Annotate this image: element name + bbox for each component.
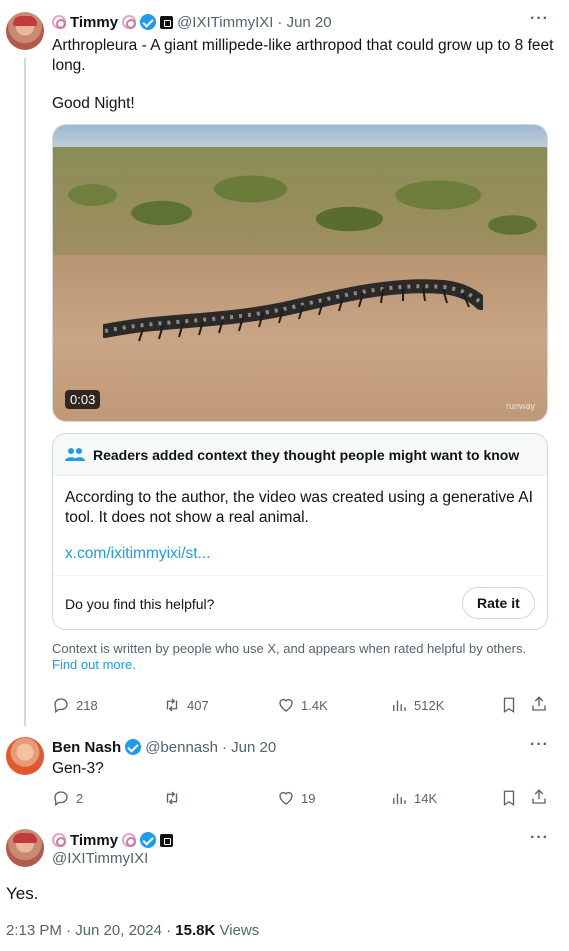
- avatar[interactable]: [6, 12, 44, 50]
- like-button[interactable]: 19: [277, 789, 315, 807]
- views-icon: [393, 793, 406, 804]
- share-icon[interactable]: [530, 695, 548, 713]
- more-icon[interactable]: ···: [530, 736, 549, 754]
- repost-icon: [166, 791, 178, 805]
- reply-icon: [54, 698, 68, 714]
- note-header: Readers added context they thought peopl…: [53, 434, 547, 476]
- note-body: According to the author, the video was c…: [53, 476, 547, 564]
- note-header-text: Readers added context they thought peopl…: [93, 446, 520, 463]
- views-count: 14K: [414, 790, 438, 806]
- people-icon: [65, 447, 85, 461]
- note-footer-text: Context is written by people who use X, …: [52, 641, 527, 656]
- tweet-text-line: Good Night!: [52, 95, 135, 112]
- tweet-text: Arthropleura - A giant millipede-like ar…: [52, 36, 557, 114]
- tweet-text: Yes.: [6, 884, 39, 903]
- author-handle[interactable]: @IXITimmyIXI: [177, 14, 273, 31]
- share-icon[interactable]: [530, 788, 548, 806]
- views-icon: [393, 700, 406, 711]
- bookmark-icon[interactable]: [500, 696, 518, 714]
- verified-icon[interactable]: [140, 832, 157, 848]
- more-icon[interactable]: ···: [530, 10, 549, 28]
- tweet-header: Ben Nash @bennash · Jun 20: [52, 737, 276, 757]
- spiral-emoji-icon: [122, 833, 137, 847]
- repost-button[interactable]: 407: [163, 696, 209, 714]
- note-divider: [53, 575, 547, 576]
- views-button[interactable]: 512K: [390, 696, 444, 714]
- tweet-text: Gen-3?: [52, 760, 104, 777]
- tweet-text-line: Arthropleura - A giant millipede-like ar…: [52, 37, 554, 54]
- views-count: 15.8K: [175, 922, 216, 939]
- like-icon: [279, 698, 293, 712]
- like-count: 19: [301, 790, 316, 806]
- avatar[interactable]: [6, 829, 44, 867]
- spiral-emoji-icon: [52, 833, 66, 847]
- reply-button[interactable]: 2: [52, 789, 83, 807]
- author-handle[interactable]: @IXITimmyIXI: [52, 850, 148, 867]
- tweet-timestamp: 2:13 PM · Jun 20, 2024 · 15.8K Views: [6, 922, 259, 939]
- video-watermark: runway: [505, 401, 535, 411]
- reply-count: 2: [76, 790, 84, 806]
- note-footer: Context is written by people who use X, …: [52, 641, 557, 673]
- tweet-date[interactable]: · Jun 20: [277, 14, 331, 31]
- repost-button[interactable]: [163, 789, 187, 807]
- spiral-emoji-icon: [52, 15, 66, 29]
- thread-line: [24, 58, 26, 726]
- millipede-image: [103, 279, 483, 342]
- reply-icon: [54, 791, 68, 807]
- reply-count: 218: [76, 697, 98, 713]
- like-button[interactable]: 1.4K: [277, 696, 328, 714]
- like-count: 1.4K: [301, 697, 328, 713]
- tweet-date[interactable]: · Jun 20: [222, 739, 276, 756]
- tweet-text-line: long.: [52, 57, 86, 74]
- views-label: Views: [215, 922, 260, 939]
- community-note: Readers added context they thought peopl…: [52, 433, 548, 630]
- spiral-emoji-icon: [122, 15, 137, 29]
- note-text-line: According to the author, the video was c…: [65, 489, 533, 506]
- timestamp-text[interactable]: 2:13 PM · Jun 20, 2024 ·: [6, 922, 175, 939]
- like-icon: [279, 791, 293, 805]
- video-player[interactable]: 0:03 runway: [52, 124, 548, 422]
- views-button[interactable]: 14K: [390, 789, 437, 807]
- repost-icon: [166, 698, 178, 712]
- note-source-link[interactable]: x.com/ixitimmyixi/st...: [65, 544, 535, 564]
- affiliate-badge-icon[interactable]: [160, 833, 174, 847]
- note-question: Do you find this helpful?: [65, 596, 215, 612]
- video-duration: 0:03: [65, 390, 101, 409]
- author-name[interactable]: Ben Nash: [52, 739, 121, 756]
- tweet-header: Timmy @IXITimmyIXI · Jun 20: [52, 12, 332, 32]
- author-name[interactable]: Timmy: [70, 14, 118, 31]
- bookmark-icon[interactable]: [500, 789, 518, 807]
- reply-button[interactable]: 218: [52, 696, 98, 714]
- verified-icon[interactable]: [140, 14, 157, 30]
- author-name[interactable]: Timmy: [70, 832, 118, 849]
- verified-icon[interactable]: [125, 739, 142, 755]
- find-out-more-link[interactable]: Find out more.: [52, 657, 557, 673]
- author-handle[interactable]: @bennash: [145, 739, 218, 756]
- views-count: 512K: [414, 697, 445, 713]
- more-icon[interactable]: ···: [530, 829, 549, 847]
- avatar[interactable]: [6, 737, 44, 775]
- affiliate-badge-icon[interactable]: [160, 15, 174, 29]
- note-text-line: tool. It does not show a real animal.: [65, 509, 309, 526]
- tweet-header: Timmy: [52, 830, 174, 850]
- repost-count: 407: [187, 697, 209, 713]
- rate-it-button[interactable]: Rate it: [462, 587, 535, 619]
